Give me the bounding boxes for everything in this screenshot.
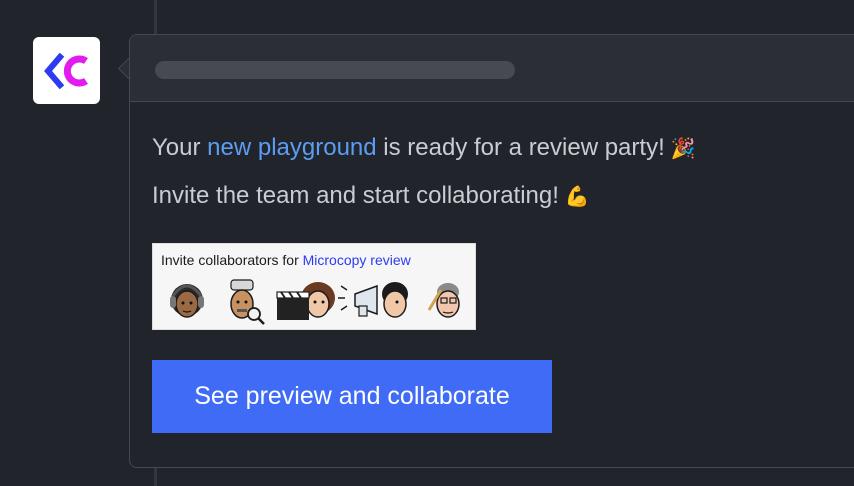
message-line-2-text: Invite the team and start collaborating! xyxy=(152,182,559,209)
card-header xyxy=(130,35,854,102)
invite-collaborators-banner[interactable]: Invite collaborators for Microcopy revie… xyxy=(152,243,476,330)
invite-banner-title: Invite collaborators for Microcopy revie… xyxy=(161,252,411,268)
avatar-group xyxy=(170,279,460,325)
flexed-biceps-icon: 💪 xyxy=(564,184,590,208)
headphones-avatar-icon xyxy=(170,284,204,318)
header-placeholder-bar xyxy=(155,61,515,79)
pencil-avatar-icon xyxy=(427,283,460,318)
new-playground-link[interactable]: new playground xyxy=(207,134,376,161)
party-popper-icon: 🎉 xyxy=(670,136,696,160)
message-line-2: Invite the team and start collaborating!… xyxy=(152,182,590,210)
message-line-1-prefix: Your xyxy=(152,134,208,161)
message-line-1: Your new playground is ready for a revie… xyxy=(152,134,696,162)
clapperboard-avatar-icon xyxy=(276,282,335,320)
app-logo xyxy=(33,37,100,104)
project-name-link[interactable]: Microcopy review xyxy=(303,252,411,268)
magnifier-avatar-icon xyxy=(230,279,265,325)
invite-banner-prefix: Invite collaborators for xyxy=(161,252,303,268)
message-line-1-suffix: is ready for a review party! xyxy=(376,134,665,161)
app-logo-icon xyxy=(43,52,88,89)
see-preview-button[interactable]: See preview and collaborate xyxy=(152,360,552,433)
megaphone-avatar-icon xyxy=(338,282,408,318)
